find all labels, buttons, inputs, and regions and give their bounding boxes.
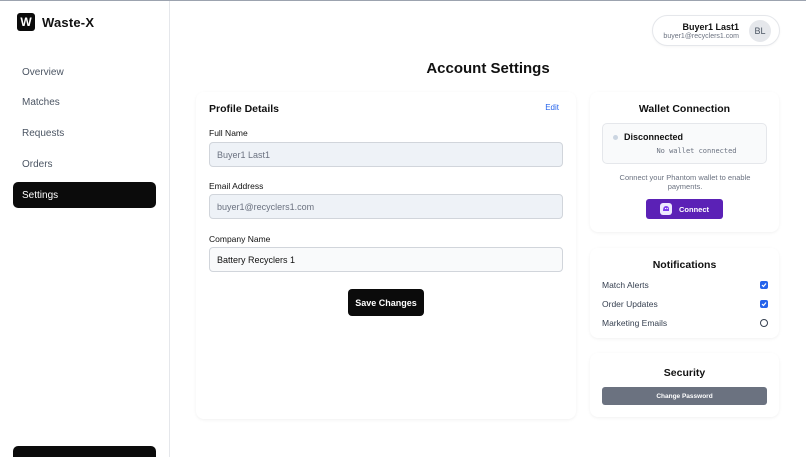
notif-marketing-emails: Marketing Emails <box>602 317 768 329</box>
profile-card: Profile Details Edit Full Name Buyer1 La… <box>196 92 576 419</box>
notif-label: Marketing Emails <box>602 318 668 328</box>
wallet-panel: Wallet Connection Disconnected No wallet… <box>590 92 779 232</box>
profile-title: Profile Details <box>209 103 280 115</box>
sidebar: W Waste-X Overview Matches Requests Orde… <box>0 1 170 457</box>
change-password-button[interactable]: Change Password <box>602 387 767 405</box>
marketing-emails-checkbox[interactable] <box>760 319 768 327</box>
connect-wallet-button[interactable]: Connect <box>646 199 723 219</box>
brand-logo-icon: W <box>17 13 35 31</box>
page-title: Account Settings <box>426 60 550 77</box>
user-name: Buyer1 Last1 <box>682 22 739 32</box>
notifications-title: Notifications <box>652 259 717 271</box>
email-label: Email Address <box>209 181 264 191</box>
save-button[interactable]: Save Changes <box>348 289 424 316</box>
brand[interactable]: W Waste-X <box>17 13 94 31</box>
notif-order-updates: Order Updates <box>602 298 768 310</box>
sidebar-item-settings[interactable]: Settings <box>13 182 156 209</box>
order-updates-checkbox[interactable] <box>760 300 768 308</box>
avatar: BL <box>749 20 771 42</box>
user-email: buyer1@recyclers1.com <box>663 33 739 40</box>
notifications-panel: Notifications Match Alerts Order Updates… <box>590 248 779 338</box>
user-info: Buyer1 Last1 buyer1@recyclers1.com <box>663 22 739 41</box>
notif-match-alerts: Match Alerts <box>602 279 768 291</box>
wallet-status: Disconnected <box>624 132 684 142</box>
wallet-title: Wallet Connection <box>638 103 731 115</box>
security-panel: Security Change Password <box>590 353 779 417</box>
match-alerts-checkbox[interactable] <box>760 281 768 289</box>
sidebar-item-overview[interactable]: Overview <box>13 59 156 85</box>
status-dot-icon <box>613 135 618 140</box>
wallet-help-text: Connect your Phantom wallet to enable pa… <box>619 173 751 191</box>
wallet-status-box: Disconnected No wallet connected <box>602 123 767 164</box>
wallet-detail: No wallet connected <box>656 147 737 155</box>
email-field[interactable]: buyer1@recyclers1.com <box>209 194 563 219</box>
company-label: Company Name <box>209 234 271 244</box>
full-name-field[interactable]: Buyer1 Last1 <box>209 142 563 167</box>
full-name-label: Full Name <box>209 128 248 138</box>
sidebar-item-matches[interactable]: Matches <box>13 90 156 116</box>
sidebar-bottom-button[interactable] <box>13 446 156 457</box>
check-icon <box>761 283 767 288</box>
phantom-wallet-icon <box>660 203 672 215</box>
security-title: Security <box>663 367 706 379</box>
sidebar-nav: Overview Matches Requests Orders Setting… <box>13 59 156 213</box>
check-icon <box>761 302 767 307</box>
sidebar-item-orders[interactable]: Orders <box>13 151 156 177</box>
brand-name: Waste-X <box>42 14 95 30</box>
user-menu[interactable]: Buyer1 Last1 buyer1@recyclers1.com BL <box>652 15 780 46</box>
connect-label: Connect <box>679 204 709 214</box>
notif-label: Match Alerts <box>602 280 649 290</box>
sidebar-item-requests[interactable]: Requests <box>13 121 156 147</box>
edit-link[interactable]: Edit <box>545 103 559 112</box>
company-field[interactable]: Battery Recyclers 1 <box>209 247 563 272</box>
notif-label: Order Updates <box>602 299 658 309</box>
